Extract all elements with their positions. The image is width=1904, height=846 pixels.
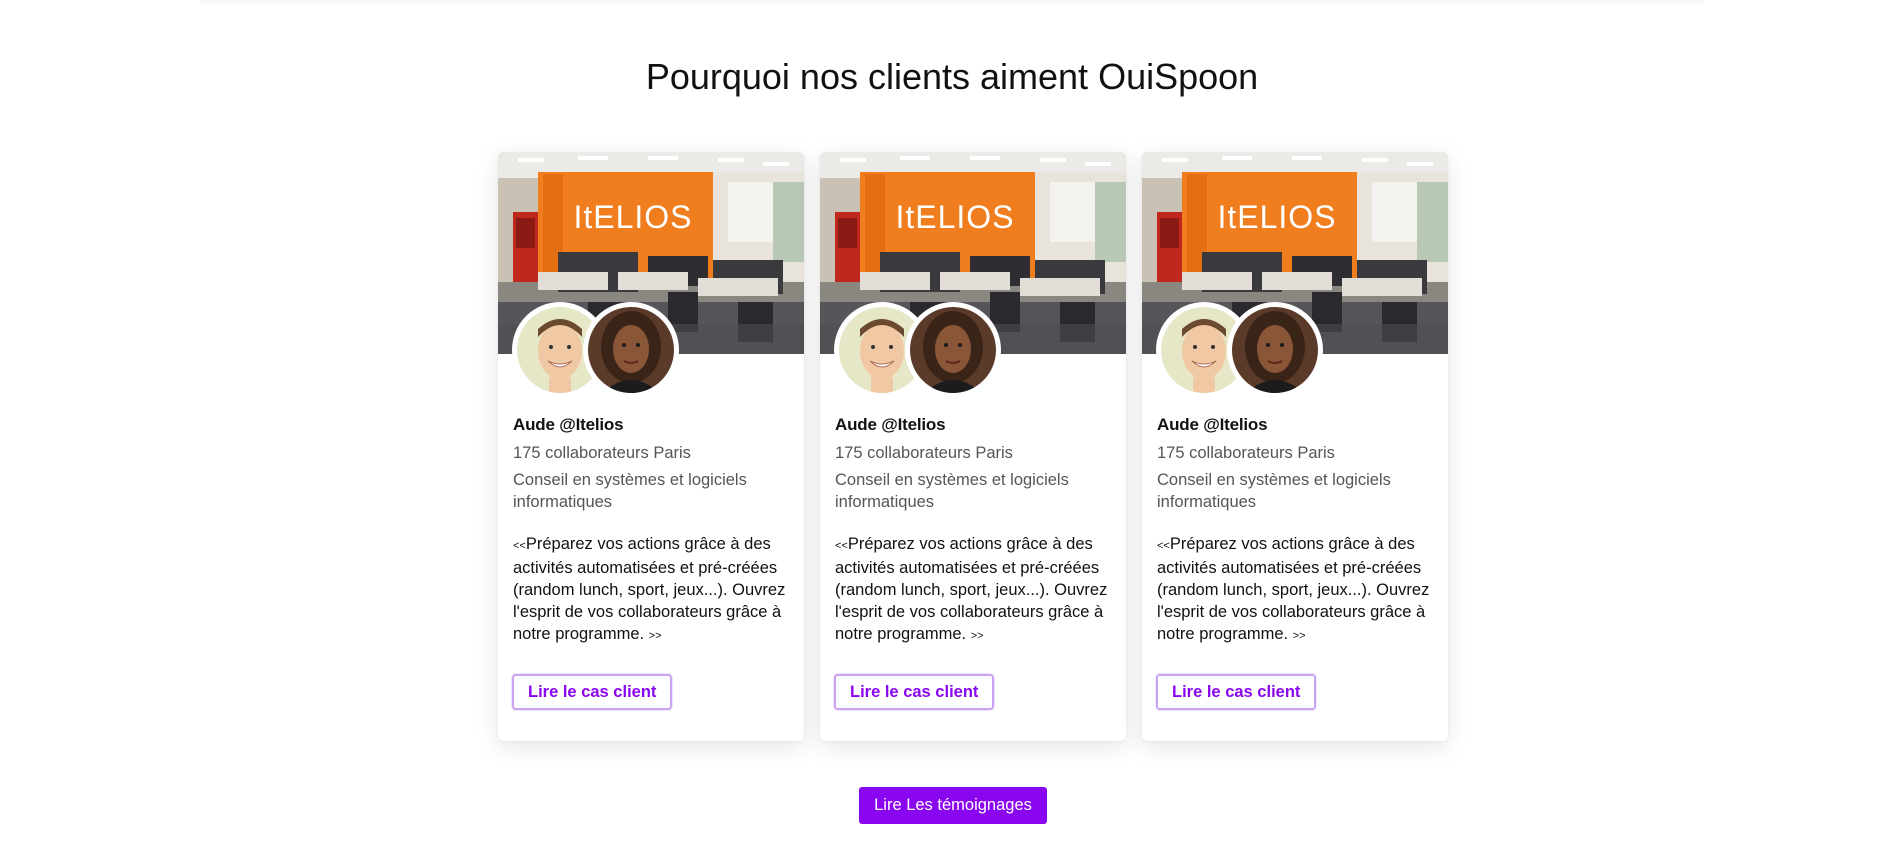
read-case-study-button[interactable]: Lire le cas client — [512, 674, 673, 710]
company-logo-text: ItELIOS — [895, 199, 1014, 235]
quote-text: Préparez vos actions grâce à des activit… — [513, 535, 786, 643]
client-sector: Conseil en systèmes et logiciels informa… — [513, 471, 747, 511]
client-sector: Conseil en systèmes et logiciels informa… — [835, 471, 1069, 511]
testimonials-page: Pourquoi nos clients aiment OuiSpoon ItE… — [0, 0, 1904, 846]
avatar — [583, 302, 679, 398]
testimonial-card: ItELIOS Aude @Itelios 175 collaborateurs… — [820, 152, 1126, 741]
avatar-group — [834, 302, 1004, 398]
testimonial-cards: ItELIOS Aude @Itelios 175 collaborateurs… — [498, 152, 1448, 741]
open-quote-mark: << — [1157, 540, 1170, 552]
client-employees: 175 collaborateurs Paris — [835, 444, 1013, 462]
company-logo-text: ItELIOS — [573, 199, 692, 235]
close-quote-mark: >> — [1292, 630, 1306, 642]
testimonial-card: ItELIOS Aude @Itelios 175 collaborateurs… — [498, 152, 804, 741]
card-body: Aude @Itelios 175 collaborateurs Paris C… — [835, 414, 1117, 647]
client-quote: <<Préparez vos actions grâce à des activ… — [1157, 533, 1441, 647]
client-employees: 175 collaborateurs Paris — [1157, 444, 1335, 462]
avatar-group — [1156, 302, 1326, 398]
read-case-study-button[interactable]: Lire le cas client — [834, 674, 995, 710]
client-sector: Conseil en systèmes et logiciels informa… — [1157, 471, 1391, 511]
quote-text: Préparez vos actions grâce à des activit… — [835, 535, 1108, 643]
card-body: Aude @Itelios 175 collaborateurs Paris C… — [513, 414, 795, 647]
open-quote-mark: << — [513, 540, 526, 552]
avatar — [1227, 302, 1323, 398]
read-testimonials-button[interactable]: Lire Les témoignages — [859, 787, 1047, 824]
client-quote: <<Préparez vos actions grâce à des activ… — [513, 533, 797, 647]
company-logo-text: ItELIOS — [1217, 199, 1336, 235]
client-quote: <<Préparez vos actions grâce à des activ… — [835, 533, 1119, 647]
client-name: Aude @Itelios — [513, 415, 624, 434]
top-divider — [200, 0, 1704, 6]
avatar — [905, 302, 1001, 398]
client-name: Aude @Itelios — [835, 415, 946, 434]
client-employees: 175 collaborateurs Paris — [513, 444, 691, 462]
testimonial-card: ItELIOS Aude @Itelios 175 collaborateurs… — [1142, 152, 1448, 741]
card-body: Aude @Itelios 175 collaborateurs Paris C… — [1157, 414, 1439, 647]
close-quote-mark: >> — [648, 630, 662, 642]
section-title: Pourquoi nos clients aiment OuiSpoon — [645, 56, 1259, 97]
open-quote-mark: << — [835, 540, 848, 552]
read-case-study-button[interactable]: Lire le cas client — [1156, 674, 1317, 710]
client-name: Aude @Itelios — [1157, 415, 1268, 434]
close-quote-mark: >> — [970, 630, 984, 642]
avatar-group — [512, 302, 682, 398]
quote-text: Préparez vos actions grâce à des activit… — [1157, 535, 1430, 643]
